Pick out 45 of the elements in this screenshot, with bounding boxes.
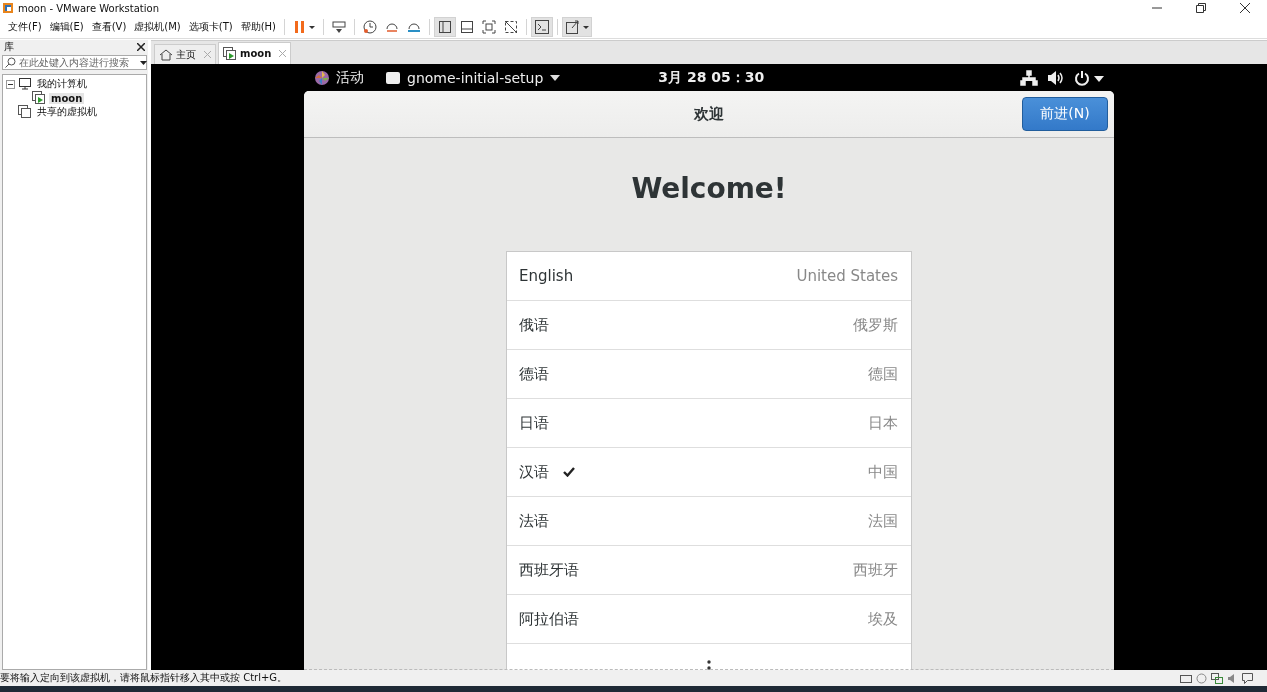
menu-item[interactable]: 编辑(E)	[45, 20, 88, 34]
clock[interactable]: 3月 28 05：30	[658, 68, 765, 87]
region-name: 西班牙	[853, 560, 898, 580]
status-text: 要将输入定向到该虚拟机，请将鼠标指针移入其中或按 Ctrl+G。	[0, 671, 288, 685]
menu-item[interactable]: 虚拟机(M)	[130, 20, 185, 34]
language-row[interactable]: 汉语 中国	[507, 448, 911, 497]
language-row[interactable]: 日语 日本	[507, 399, 911, 448]
region-name: United States	[796, 267, 898, 285]
language-name: 德语	[519, 364, 549, 384]
dialog-title: 欢迎	[694, 104, 724, 124]
welcome-heading: Welcome!	[631, 172, 787, 205]
menu-item[interactable]: 文件(F)	[4, 20, 46, 34]
language-name: English	[519, 267, 574, 285]
language-name: 西班牙语	[519, 560, 579, 580]
region-name: 中国	[868, 462, 898, 482]
tab[interactable]: moon	[218, 42, 292, 64]
app-menu[interactable]: gnome-initial-setup	[386, 69, 561, 86]
search-field[interactable]: 在此处键入内容进行搜索	[2, 55, 147, 70]
tab[interactable]: 主页	[154, 44, 216, 64]
language-name: 汉语	[519, 462, 549, 482]
tree-item[interactable]: moon	[49, 92, 85, 104]
menu-item[interactable]: 帮助(H)	[236, 20, 281, 34]
menu-item[interactable]: 选项卡(T)	[184, 20, 237, 34]
tree-item[interactable]: 我的计算机	[35, 77, 89, 91]
region-name: 德国	[868, 364, 898, 384]
region-name: 日本	[868, 413, 898, 433]
activities-button[interactable]: 活动	[336, 68, 364, 87]
region-name: 埃及	[868, 609, 898, 629]
language-name: 法语	[519, 511, 549, 531]
menu-item[interactable]: 查看(V)	[87, 20, 131, 34]
language-row[interactable]: 德语 德国	[507, 350, 911, 399]
window-title: moon - VMware Workstation	[18, 2, 159, 14]
language-row[interactable]: English United States	[507, 252, 911, 301]
language-name: 日语	[519, 413, 549, 433]
language-row[interactable]: 法语 法国	[507, 497, 911, 546]
region-name: 法国	[868, 511, 898, 531]
region-name: 俄罗斯	[853, 315, 898, 335]
language-row[interactable]: 俄语 俄罗斯	[507, 301, 911, 350]
language-name: 俄语	[519, 315, 549, 335]
tree-item[interactable]: 共享的虚拟机	[35, 105, 99, 119]
language-row[interactable]: 阿拉伯语 埃及	[507, 595, 911, 644]
language-name: 阿拉伯语	[519, 609, 579, 629]
language-row[interactable]: 西班牙语 西班牙	[507, 546, 911, 595]
library-title: 库	[4, 40, 14, 54]
next-button[interactable]: 前进(N)	[1022, 97, 1108, 131]
